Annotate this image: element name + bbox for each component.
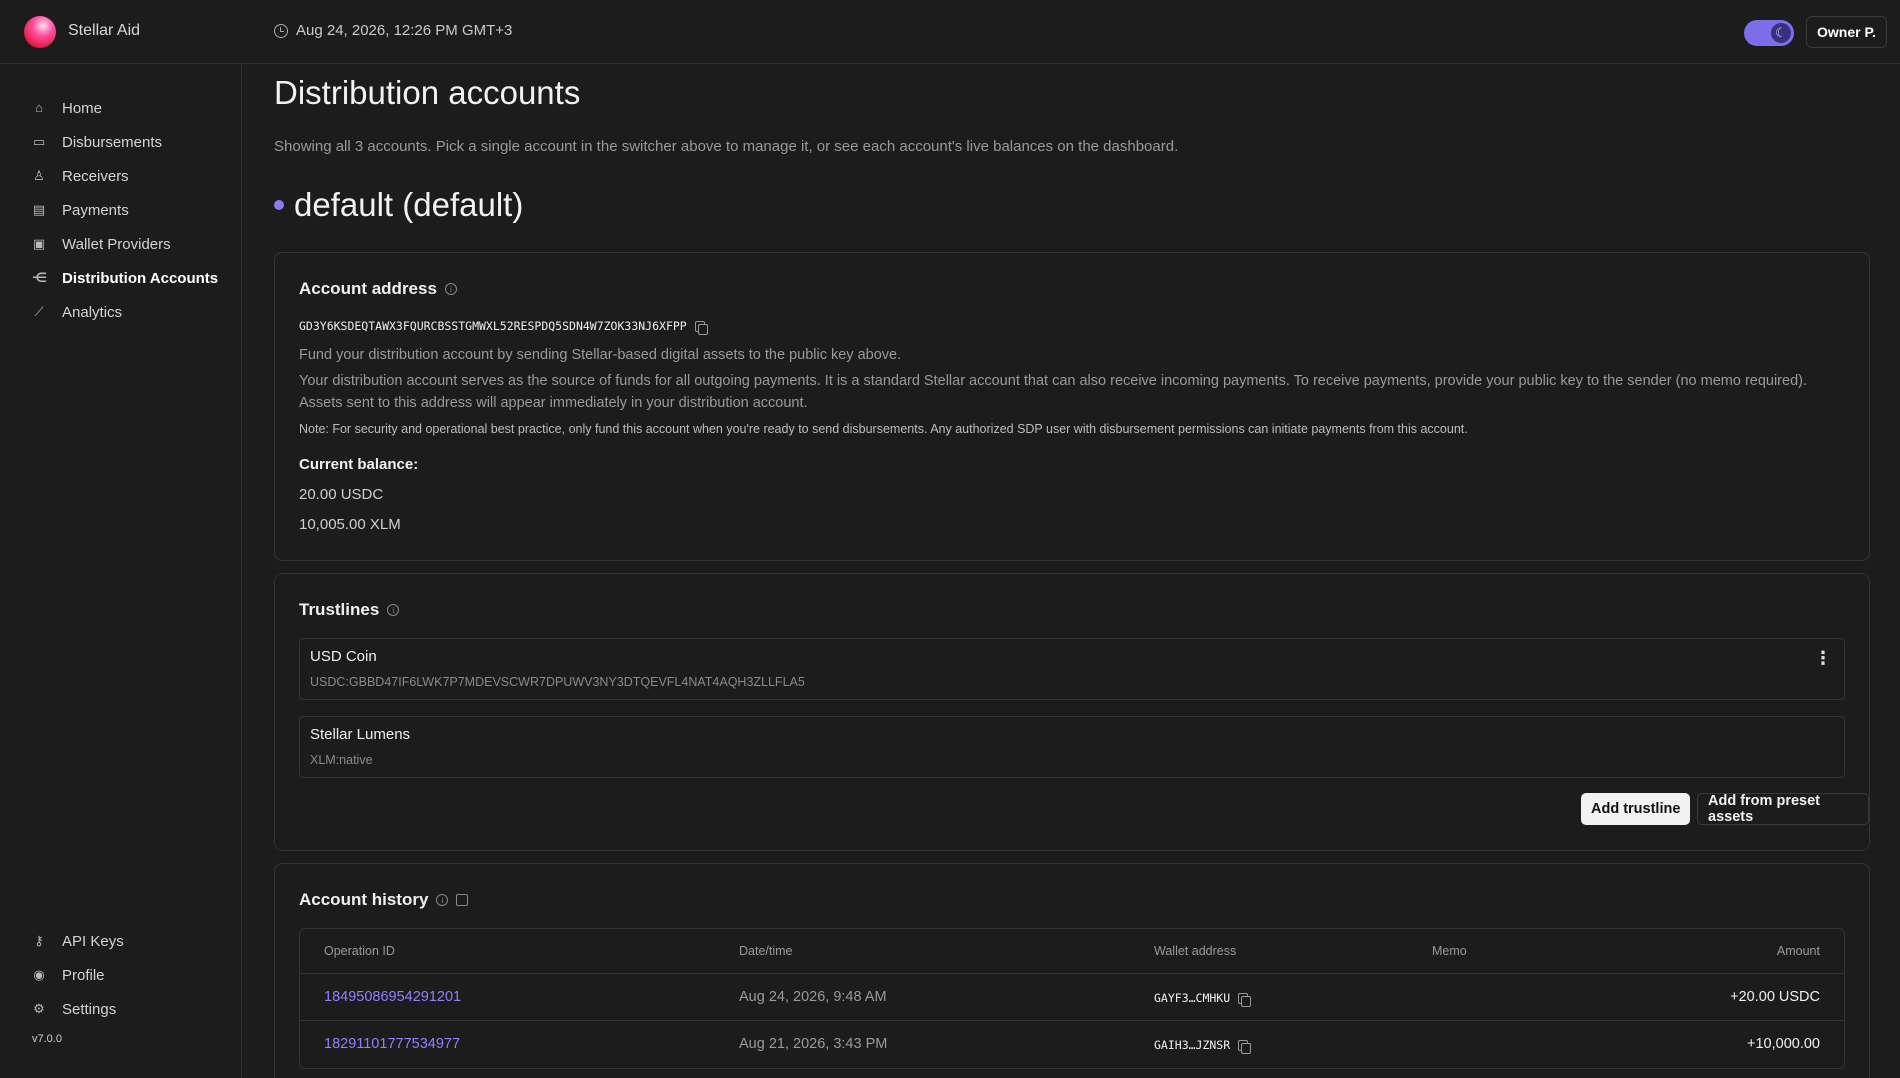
- account-description: Your distribution account serves as the …: [299, 373, 1807, 411]
- add-preset-assets-button[interactable]: Add from preset assets: [1697, 793, 1869, 825]
- wallet-icon: ▣: [32, 236, 46, 251]
- clock-icon: [274, 23, 288, 38]
- copy-icon[interactable]: [694, 320, 708, 335]
- sidebar-item-receivers[interactable]: ♙ Receivers: [32, 165, 129, 187]
- info-icon[interactable]: i: [387, 604, 400, 616]
- sidebar-item-settings[interactable]: ⚙ Settings: [32, 998, 116, 1020]
- operation-id-link[interactable]: 18291101777534977: [324, 1036, 460, 1052]
- table-row: 18291101777534977 Aug 21, 2026, 3:43 PM …: [300, 1021, 1844, 1068]
- card-title: Account address i: [299, 279, 457, 299]
- key-icon: ⚷: [34, 933, 44, 948]
- users-icon: ♙: [33, 168, 45, 183]
- sidebar-item-home[interactable]: ⌂ Home: [32, 97, 102, 119]
- sidebar-item-distribution-accounts[interactable]: ⋲ Distribution Accounts: [32, 267, 218, 289]
- sidebar-item-label: Payments: [62, 201, 129, 219]
- column-header: Amount: [1776, 944, 1820, 958]
- wallet-cell: GAYF3…CMHKU: [1154, 991, 1252, 1007]
- page-title: Distribution accounts: [274, 74, 581, 111]
- external-link-icon[interactable]: [456, 894, 469, 906]
- card-title-text: Trustlines: [299, 600, 380, 619]
- user-circle-icon: ◉: [33, 967, 45, 982]
- sidebar-item-label: Home: [62, 99, 103, 117]
- add-trustline-button[interactable]: Add trustline: [1581, 793, 1691, 825]
- trustline-row: Stellar Lumens XLM:native: [299, 716, 1845, 778]
- column-header: Wallet address: [1154, 944, 1237, 958]
- balance-xlm: 10,005.00 XLM: [299, 516, 401, 533]
- sidebar-item-label: Analytics: [62, 303, 123, 321]
- history-table: Operation ID Date/time Wallet address Me…: [299, 928, 1845, 1069]
- trustline-code: USDC:GBBD47IF6LWK7P7MDEVSCWR7DPUWV3NY3DT…: [310, 675, 805, 689]
- address-text[interactable]: GD3Y6KSDEQTAWX3FQURCBSSTGMWXL52RESPDQ5SD…: [299, 319, 687, 333]
- top-bar: Stellar Aid Aug 24, 2026, 12:26 PM GMT+3…: [0, 0, 1900, 64]
- sidebar-item-profile[interactable]: ◉ Profile: [32, 964, 105, 986]
- page-subtitle: Showing all 3 accounts. Pick a single ac…: [274, 138, 1179, 155]
- moon-icon: ☾: [1771, 23, 1791, 43]
- inbox-icon: ▭: [32, 134, 46, 149]
- amount-cell: +20.00 USDC: [1730, 989, 1820, 1005]
- card-title: Account history i: [299, 890, 469, 910]
- column-header: Date/time: [739, 944, 793, 958]
- balance-label: Current balance:: [299, 456, 419, 473]
- more-options-icon[interactable]: ⋮: [1814, 649, 1832, 667]
- account-name: default (default): [294, 186, 524, 223]
- table-header: Operation ID Date/time Wallet address Me…: [300, 929, 1844, 974]
- status-dot: [274, 200, 284, 210]
- card-title: Trustlines i: [299, 600, 400, 620]
- trustlines-card: Trustlines i USD Coin USDC:GBBD47IF6LWK7…: [274, 573, 1870, 851]
- sidebar-item-api-keys[interactable]: ⚷ API Keys: [32, 930, 124, 952]
- info-icon[interactable]: i: [436, 894, 449, 906]
- sidebar-item-label: Receivers: [62, 167, 129, 185]
- security-note: Note: For security and operational best …: [299, 422, 1468, 436]
- trustline-name: USD Coin: [310, 648, 377, 665]
- sidebar-item-analytics[interactable]: ⟋ Analytics: [32, 301, 122, 323]
- trustline-code: XLM:native: [310, 753, 373, 767]
- copy-icon[interactable]: [1238, 992, 1252, 1007]
- column-header: Memo: [1432, 944, 1467, 958]
- sidebar-item-disbursements[interactable]: ▭ Disbursements: [32, 131, 162, 153]
- trustline-row: USD Coin USDC:GBBD47IF6LWK7P7MDEVSCWR7DP…: [299, 638, 1845, 700]
- user-menu-button[interactable]: Owner P.: [1806, 16, 1887, 48]
- gear-icon: ⚙: [33, 1001, 45, 1016]
- brand-name[interactable]: Stellar Aid: [68, 22, 140, 40]
- wallet-cell: GAIH3…JZNSR: [1154, 1038, 1252, 1054]
- sidebar-item-label: API Keys: [62, 932, 124, 950]
- wallet-address: GAYF3…CMHKU: [1154, 991, 1231, 1005]
- account-address: GD3Y6KSDEQTAWX3FQURCBSSTGMWXL52RESPDQ5SD…: [299, 319, 708, 335]
- chart-icon: ⟋: [34, 304, 44, 319]
- amount-cell: +10,000.00: [1747, 1036, 1820, 1052]
- trustline-name: Stellar Lumens: [310, 726, 411, 743]
- column-header: Operation ID: [324, 944, 395, 958]
- payments-icon: ▤: [32, 202, 46, 217]
- date-cell: Aug 24, 2026, 9:48 AM: [739, 989, 887, 1005]
- table-row: 18495086954291201 Aug 24, 2026, 9:48 AM …: [300, 974, 1844, 1021]
- version-label: v7.0.0: [32, 1033, 62, 1045]
- logo[interactable]: [24, 16, 56, 48]
- theme-toggle[interactable]: ☾: [1744, 20, 1794, 46]
- sidebar-item-label: Disbursements: [62, 133, 163, 151]
- sidebar-item-wallet-providers[interactable]: ▣ Wallet Providers: [32, 233, 171, 255]
- operation-id-link[interactable]: 18495086954291201: [324, 989, 461, 1005]
- distribution-icon: ⋲: [32, 270, 48, 285]
- info-icon[interactable]: i: [444, 283, 457, 295]
- sidebar-item-label: Wallet Providers: [62, 235, 171, 253]
- home-icon: ⌂: [35, 100, 43, 115]
- account-address-card: Account address i GD3Y6KSDEQTAWX3FQURCBS…: [274, 252, 1870, 561]
- datetime-text: Aug 24, 2026, 12:26 PM GMT+3: [296, 22, 513, 39]
- balance-usdc: 20.00 USDC: [299, 486, 384, 503]
- card-title-text: Account address: [299, 279, 437, 298]
- wallet-address: GAIH3…JZNSR: [1154, 1038, 1231, 1052]
- card-title-text: Account history: [299, 890, 429, 909]
- sidebar-item-label: Distribution Accounts: [62, 269, 219, 287]
- main-content: Distribution accounts Showing all 3 acco…: [242, 64, 1900, 1078]
- account-heading: default (default): [274, 186, 523, 224]
- fund-instructions: Fund your distribution account by sendin…: [299, 347, 902, 363]
- copy-icon[interactable]: [1238, 1039, 1252, 1054]
- sidebar-item-label: Profile: [62, 966, 105, 984]
- sidebar-item-label: Settings: [62, 1000, 117, 1018]
- sidebar-item-payments[interactable]: ▤ Payments: [32, 199, 129, 221]
- sidebar: ⌂ Home ▭ Disbursements ♙ Receivers ▤ Pay…: [0, 64, 242, 1078]
- date-cell: Aug 21, 2026, 3:43 PM: [739, 1036, 888, 1052]
- account-history-card: Account history i Operation ID Date/time…: [274, 863, 1870, 1078]
- datetime: Aug 24, 2026, 12:26 PM GMT+3: [274, 22, 512, 39]
